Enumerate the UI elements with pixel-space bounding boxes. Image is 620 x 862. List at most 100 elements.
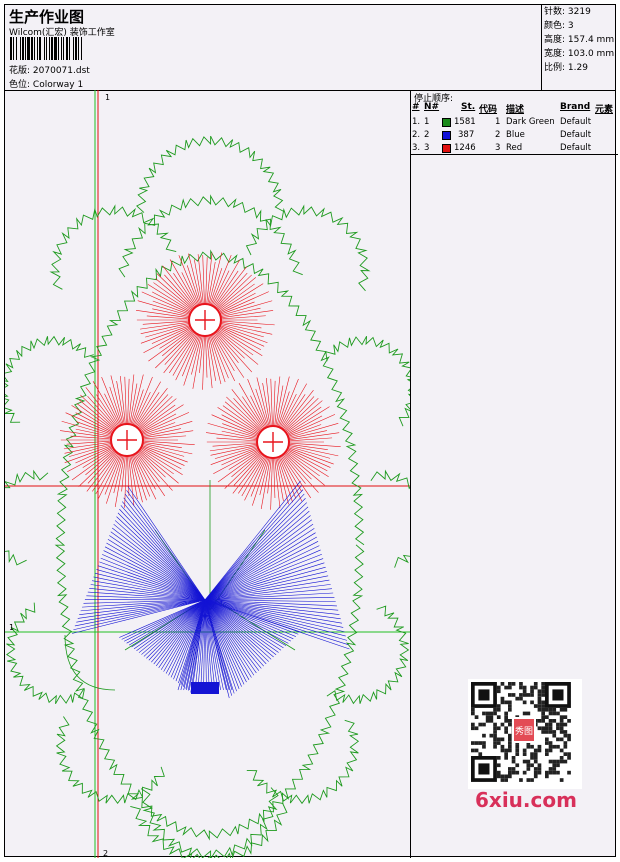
axis-marker: 1 xyxy=(9,623,14,632)
petal-stitch xyxy=(127,379,129,426)
stat-scale: 比例: 1.29 xyxy=(542,61,618,75)
stat-stitches: 针数: 3219 xyxy=(542,5,618,19)
petal-stitch xyxy=(163,266,197,309)
bow-wing-left xyxy=(121,505,205,600)
design-info: 花版: 2070071.dst xyxy=(9,63,90,76)
petal-stitch xyxy=(65,443,114,453)
qr-code: 秀图 xyxy=(468,679,582,789)
stat-colors: 颜色: 3 xyxy=(542,19,618,33)
petal-stitch xyxy=(218,407,262,434)
color-swatch xyxy=(442,131,451,140)
petal-stitch xyxy=(286,448,331,468)
col-stitches: St. xyxy=(461,102,475,112)
petal-stitch xyxy=(141,442,182,448)
scallop-lobe xyxy=(5,471,48,565)
petal-stitch xyxy=(138,399,177,431)
col-num: # xyxy=(412,102,420,112)
petal-stitch xyxy=(87,451,119,491)
bow-wing-right xyxy=(205,515,311,600)
embroidery-canvas[interactable]: 121 xyxy=(5,90,410,858)
petal-stitch xyxy=(141,323,192,334)
petal-stitch xyxy=(164,331,197,373)
petal-stitch xyxy=(139,447,183,474)
axis-marker: 2 xyxy=(103,849,108,858)
bow-tail-end xyxy=(191,682,219,694)
petal-stitch xyxy=(214,267,247,309)
bow-wing-right xyxy=(205,494,304,600)
petal-stitch xyxy=(273,456,274,498)
col-brand: Brand xyxy=(560,102,590,112)
petal-stitch xyxy=(211,445,260,455)
petal-stitch xyxy=(287,438,332,441)
watermark-badge-text: 秀图 xyxy=(515,725,533,737)
petal-stitch xyxy=(132,377,152,427)
colorway-info: 色位: Colorway 1 xyxy=(9,77,83,90)
table-row[interactable]: 1. 1 1581 1 Dark Green Default xyxy=(411,117,618,129)
petal-stitch xyxy=(179,255,200,307)
petal-stitch xyxy=(128,454,133,506)
petal-stitch xyxy=(285,449,329,476)
stats-panel: 针数: 3219 颜色: 3 高度: 157.4 mm 宽度: 103.0 mm… xyxy=(541,5,618,90)
petal-stitch xyxy=(127,454,128,496)
petal-stitch xyxy=(218,450,262,482)
table-row[interactable]: 3. 3 1246 3 Red Default xyxy=(411,143,618,155)
petal-stitch xyxy=(216,277,256,311)
petal-stitch xyxy=(93,381,120,428)
table-header: # N# St. 代码 描述 Brand 元素 xyxy=(411,102,618,114)
design-value: 2070071.dst xyxy=(33,66,90,76)
petal-stitch xyxy=(155,330,195,368)
scallop-lobe xyxy=(6,603,84,704)
petal-stitch xyxy=(279,394,296,429)
petal-stitch xyxy=(153,283,193,312)
scallop-lobe xyxy=(327,606,409,704)
stop-sequence-table: 停止顺序: # N# St. 代码 描述 Brand 元素 1. 1 1581 … xyxy=(411,90,618,155)
petal-stitch xyxy=(67,441,113,444)
petal-stitch xyxy=(133,392,150,427)
petal-stitch xyxy=(72,405,116,432)
petal-stitch xyxy=(141,443,193,454)
petal-stitch xyxy=(280,384,307,430)
scallop-lobe xyxy=(51,206,176,289)
petal-stitch xyxy=(287,444,328,450)
petal-stitch xyxy=(287,445,339,456)
barcode xyxy=(10,37,144,60)
petal-stitch xyxy=(233,453,265,493)
petal-stitch xyxy=(148,284,193,312)
petal-stitch xyxy=(282,390,314,431)
petal-stitch xyxy=(169,332,197,373)
col-code: 代码 xyxy=(479,102,497,115)
scallop-lobe xyxy=(326,336,410,426)
petal-stitch xyxy=(156,279,195,311)
petal-stitch xyxy=(248,379,268,429)
scallop-lobe xyxy=(247,720,359,803)
bow-wing-right xyxy=(205,533,316,600)
petal-stitch xyxy=(218,326,264,347)
petal-stitch xyxy=(140,446,185,466)
petal-stitch xyxy=(215,330,245,359)
table-row[interactable]: 2. 2 387 2 Blue Default xyxy=(411,130,618,142)
bow-wing-left xyxy=(115,520,205,600)
petal-stitch xyxy=(219,323,273,334)
bow-wing-left xyxy=(111,532,205,600)
colorway-value: Colorway 1 xyxy=(33,80,83,90)
bow-wing-right xyxy=(205,520,312,600)
color-swatch xyxy=(442,118,451,127)
petal-stitch xyxy=(205,334,207,378)
bow-wing-left xyxy=(124,498,205,600)
petal-stitch xyxy=(217,327,262,355)
petal-stitch xyxy=(283,452,311,479)
petal-stitch xyxy=(143,321,191,324)
color-swatch xyxy=(442,144,451,153)
bow-wing-right xyxy=(205,546,319,600)
petal-stitch xyxy=(278,379,298,429)
page-title: 生产作业图 xyxy=(9,6,84,27)
petal-stitch xyxy=(219,322,262,328)
petal-stitch xyxy=(285,407,330,435)
petal-stitch xyxy=(219,316,266,319)
petal-stitch xyxy=(232,389,265,431)
petal-stitch xyxy=(148,328,193,361)
bow-wing-right xyxy=(205,481,301,600)
petal-stitch xyxy=(141,436,186,439)
petal-stitch xyxy=(102,377,122,427)
petal-stitch xyxy=(139,405,184,433)
